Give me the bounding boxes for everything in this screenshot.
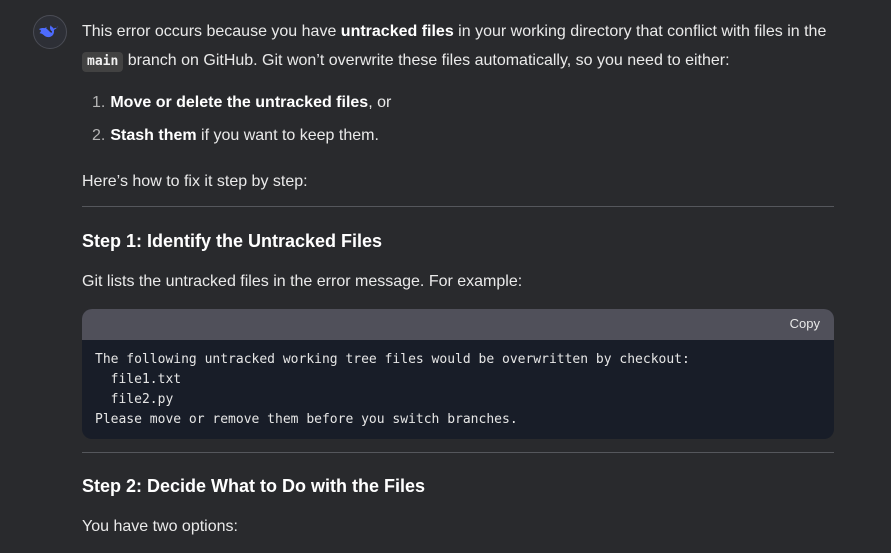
list-item-bold: Move or delete the untracked files	[110, 94, 369, 111]
howto-paragraph: Here’s how to fix it step by step:	[82, 173, 308, 190]
intro-paragraph: This error occurs because you have untra…	[82, 17, 834, 75]
code-line: Please move or remove them before you sw…	[95, 412, 518, 427]
step2-heading: Step 2: Decide What to Do with the Files	[82, 476, 426, 496]
intro-bold: untracked files	[340, 23, 454, 40]
list-number: 1.	[92, 94, 106, 111]
copy-button[interactable]: Copy	[790, 316, 820, 331]
list-item-rest: , or	[368, 94, 392, 111]
code-content: The following untracked working tree fil…	[82, 340, 834, 439]
list-item: 1. Move or delete the untracked files, or	[92, 92, 391, 114]
inline-code-main: main	[82, 52, 124, 72]
divider	[82, 452, 834, 453]
code-line: The following untracked working tree fil…	[95, 352, 690, 367]
code-block-header: Copy	[82, 309, 834, 340]
intro-mid: in your working directory that conflict …	[453, 23, 827, 40]
intro-prefix: This error occurs because you have	[82, 23, 341, 40]
list-item: 2. Stash them if you want to keep them.	[92, 125, 379, 147]
step1-heading: Step 1: Identify the Untracked Files	[82, 231, 383, 251]
step1-paragraph: Git lists the untracked files in the err…	[82, 273, 523, 290]
step2-paragraph: You have two options:	[82, 518, 238, 535]
list-item-rest: if you want to keep them.	[196, 127, 379, 144]
assistant-avatar	[33, 15, 67, 49]
chat-response: This error occurs because you have untra…	[0, 0, 891, 553]
code-block: Copy The following untracked working tre…	[82, 309, 834, 439]
list-item-bold: Stash them	[110, 127, 197, 144]
list-number: 2.	[92, 127, 106, 144]
code-line: file1.txt	[95, 372, 182, 387]
code-line: file2.py	[95, 392, 174, 407]
divider	[82, 206, 834, 207]
whale-logo-icon	[39, 25, 59, 38]
intro-suffix: branch on GitHub. Git won’t overwrite th…	[123, 52, 730, 69]
